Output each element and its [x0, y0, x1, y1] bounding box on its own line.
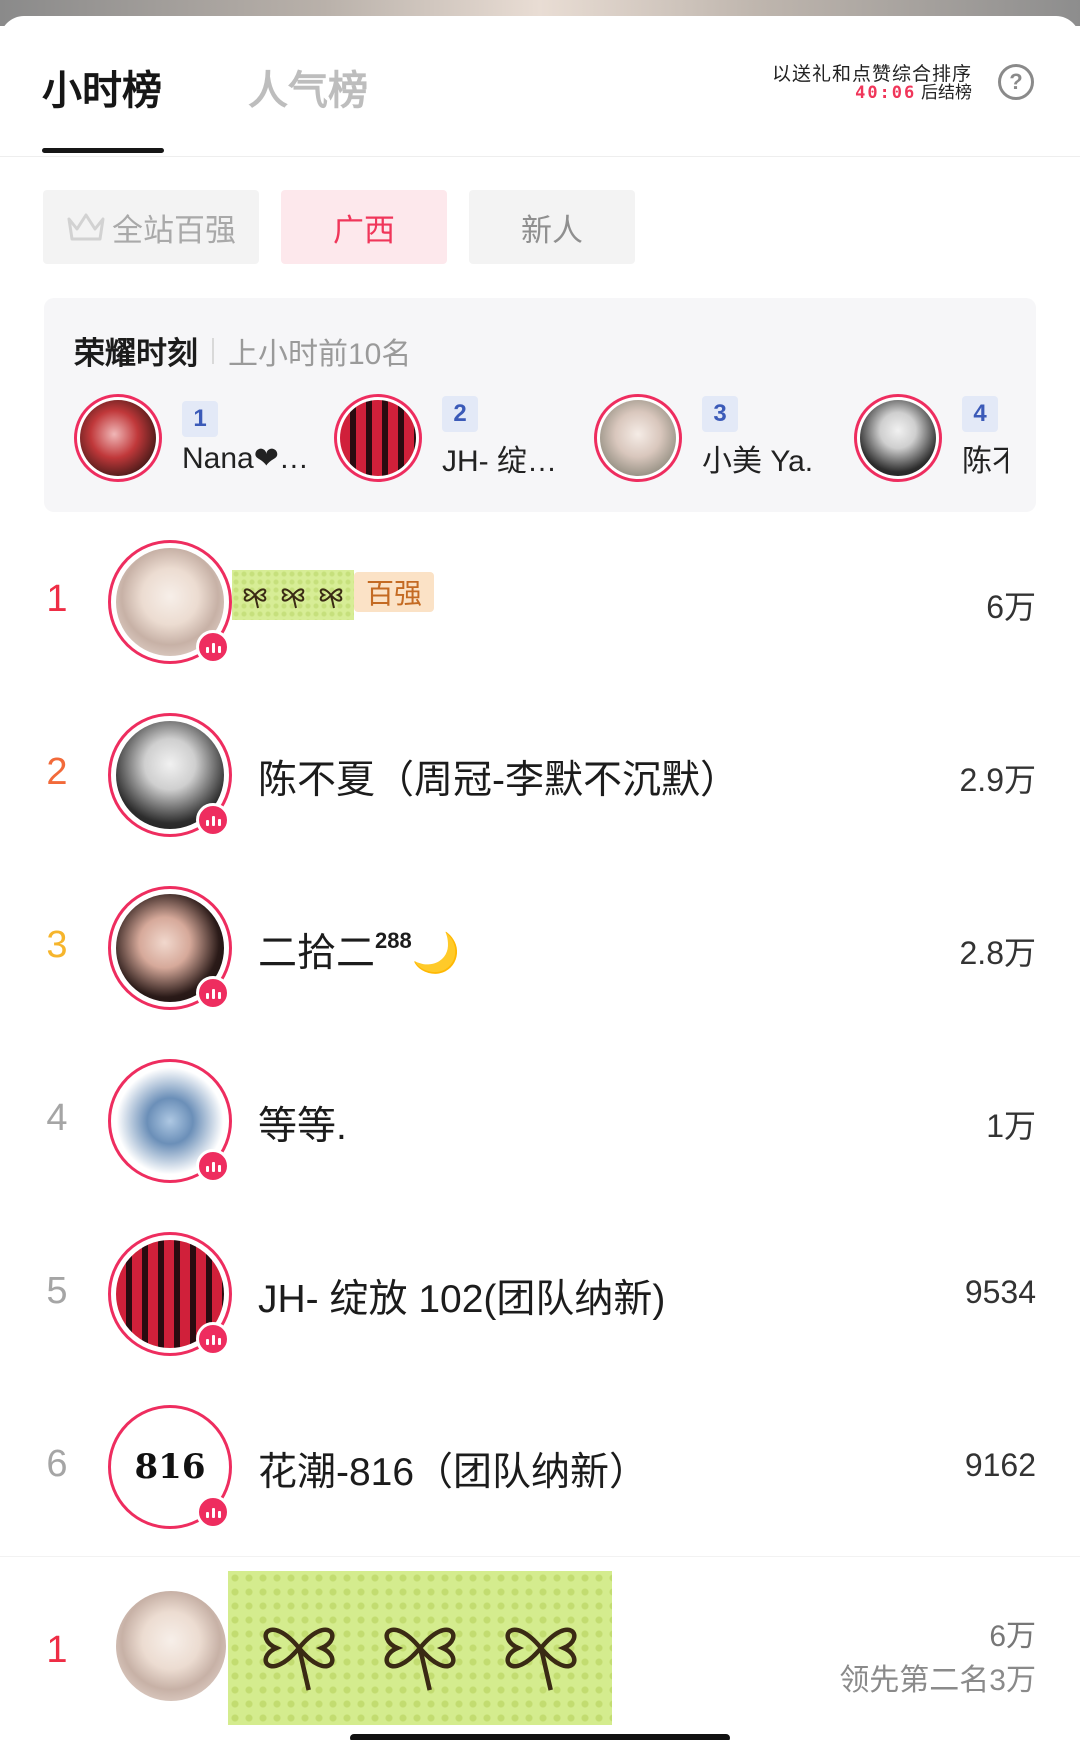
honor-item[interactable]: 1 Nana❤…	[74, 394, 332, 482]
rank-number: 1	[46, 1629, 68, 1671]
streamer-name: 等等.	[258, 1105, 347, 1148]
tab-hourly[interactable]: 小时榜	[42, 58, 162, 116]
honor-rank-badge: 2	[442, 396, 478, 432]
live-icon	[196, 803, 230, 837]
score: 2.8万	[959, 935, 1037, 971]
header-divider	[0, 156, 1080, 157]
ranking-tabs: 小时榜 人气榜	[42, 58, 368, 116]
rank-number: 6	[46, 1443, 68, 1485]
sort-info: 以送礼和点赞综合排序 40:06 后结榜	[771, 64, 972, 103]
honor-item[interactable]: 4 陈不	[854, 394, 1008, 482]
chip-top100[interactable]: 全站百强	[43, 190, 259, 264]
honor-subtitle: 上小时前10名	[228, 337, 412, 371]
chip-newcomers[interactable]: 新人	[469, 190, 635, 264]
avatar	[594, 394, 682, 482]
rank-number: 5	[46, 1270, 68, 1312]
streamer-name: 花潮-816（团队纳新）	[258, 1451, 649, 1494]
crown-icon	[67, 213, 105, 241]
active-tab-indicator	[42, 148, 164, 153]
clover-icon	[281, 588, 305, 609]
score: 9162	[964, 1447, 1036, 1483]
clover-name-image	[228, 1571, 612, 1725]
ranking-row[interactable]: 2 陈不夏（周冠-李默不沉默） 2.9万	[0, 703, 1080, 853]
region-filter-chips: 全站百强 广西 新人	[43, 190, 635, 264]
rank-number: 3	[46, 924, 68, 966]
score: 2.9万	[959, 762, 1037, 798]
clover-icon	[384, 1627, 456, 1691]
honor-name: 陈不	[962, 445, 1008, 478]
leaderboard-screen: 小时榜 人气榜 以送礼和点赞综合排序 40:06 后结榜 ? 全站百强 广西 新…	[0, 0, 1080, 1740]
avatar	[854, 394, 942, 482]
clover-icon	[505, 1627, 577, 1691]
honor-item[interactable]: 2 JH- 绽…	[334, 394, 592, 482]
rank-number: 1	[46, 578, 68, 620]
streamer-name: 二拾二	[258, 932, 376, 975]
live-icon	[196, 976, 230, 1010]
honor-rank-badge: 1	[182, 400, 218, 437]
clover-icon	[319, 588, 343, 609]
streamer-name: JH- 绽放 102(团队纳新)	[258, 1278, 666, 1321]
avatar[interactable]	[116, 1591, 226, 1701]
live-icon	[196, 1322, 230, 1356]
avatar-logo-text: 816	[134, 1447, 206, 1487]
sort-rule-text: 以送礼和点赞综合排序	[771, 64, 972, 85]
ranking-row[interactable]: 6 816 花潮-816（团队纳新） 9162	[0, 1395, 1080, 1545]
lead-text: 领先第二名3万	[839, 1664, 1036, 1697]
chip-top100-label: 全站百强	[112, 212, 236, 248]
honor-name: JH- 绽…	[442, 445, 557, 478]
live-icon	[196, 1495, 230, 1529]
ranking-row[interactable]: 3 二拾二288🌙 2.8万	[0, 876, 1080, 1026]
honor-name: Nana❤…	[182, 441, 309, 475]
honor-moment-card: 荣耀时刻 上小时前10名 1 Nana❤… 2 JH- 绽… 3 小美 Ya.	[44, 298, 1036, 512]
live-icon	[196, 630, 230, 664]
score: 6万	[986, 589, 1036, 625]
home-indicator	[350, 1734, 730, 1740]
honor-name: 小美 Ya.	[702, 445, 814, 478]
ranking-row[interactable]: 5 JH- 绽放 102(团队纳新) 9534	[0, 1222, 1080, 1372]
moon-icon: 🌙	[411, 932, 461, 975]
top100-badge: 百强	[354, 572, 435, 612]
avatar	[334, 394, 422, 482]
title-separator	[212, 337, 214, 364]
chip-guangxi[interactable]: 广西	[281, 190, 447, 264]
avatar	[74, 394, 162, 482]
countdown-line: 40:06 后结榜	[772, 83, 972, 103]
my-score: 6万	[989, 1620, 1036, 1653]
streamer-name: 陈不夏（周冠-李默不沉默）	[258, 759, 739, 802]
honor-rank-badge: 4	[962, 396, 998, 432]
my-rank-footer[interactable]: 1 6万 领先第二名3万	[0, 1556, 1080, 1740]
tab-popularity[interactable]: 人气榜	[248, 58, 368, 116]
score: 9534	[964, 1274, 1036, 1310]
honor-title: 荣耀时刻	[74, 336, 198, 371]
clover-icon	[263, 1627, 335, 1691]
ranking-row[interactable]: 4 等等. 1万	[0, 1049, 1080, 1199]
honor-rank-badge: 3	[702, 396, 738, 432]
rank-number: 2	[46, 751, 68, 793]
honor-title-row: 荣耀时刻 上小时前10名	[74, 328, 411, 373]
clover-icon	[243, 588, 267, 609]
rank-number: 4	[46, 1097, 68, 1139]
honor-item[interactable]: 3 小美 Ya.	[594, 394, 852, 482]
countdown-timer: 40:06	[855, 83, 917, 103]
streamer-name-row: 二拾二288🌙	[258, 922, 460, 978]
live-icon	[196, 1149, 230, 1183]
countdown-suffix: 后结榜	[921, 83, 972, 102]
name-superscript: 288	[375, 928, 412, 953]
ranking-row[interactable]: 1 百强 6万	[0, 530, 1080, 680]
score: 1万	[986, 1108, 1036, 1144]
help-icon[interactable]: ?	[998, 64, 1034, 100]
clover-name-image	[232, 570, 354, 620]
